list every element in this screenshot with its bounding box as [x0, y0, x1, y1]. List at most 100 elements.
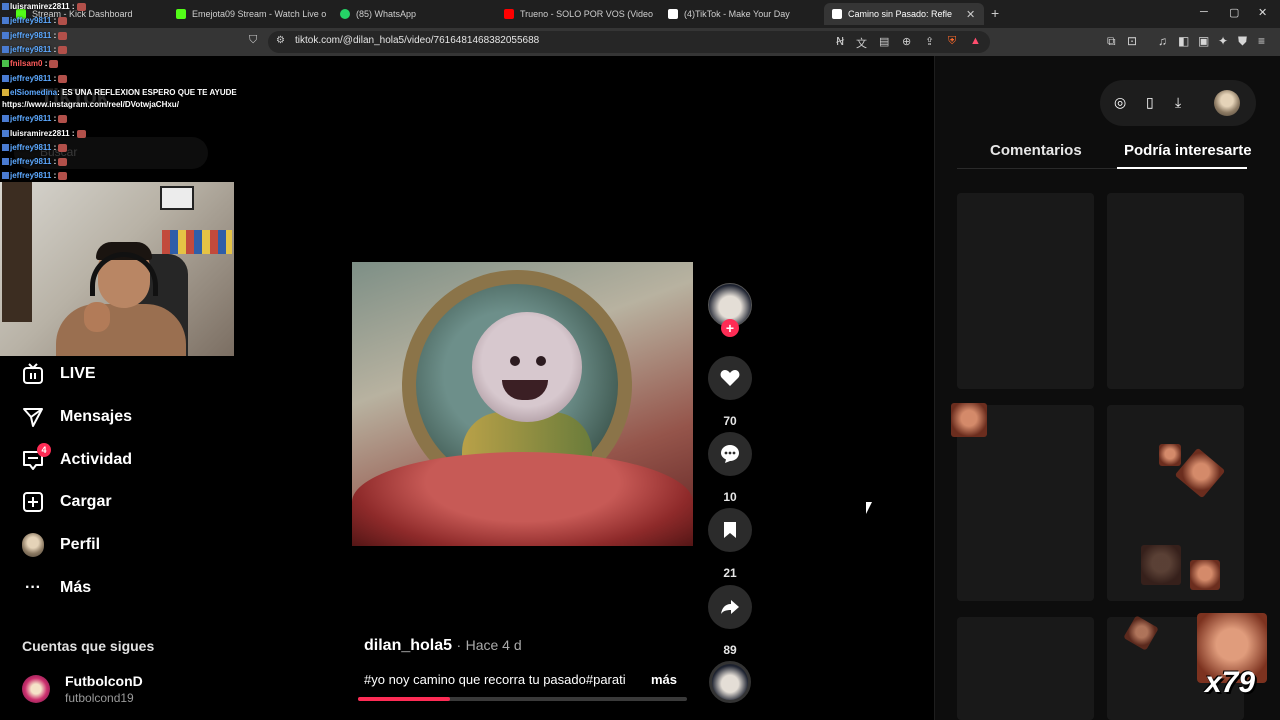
chat-link[interactable]: https://www.instagram.com/reel/DVotwjaCH…: [2, 100, 179, 109]
music-icon[interactable]: ♫: [1158, 34, 1167, 48]
ellipsis-icon: ···: [25, 579, 41, 596]
browser-tab-active[interactable]: Camino sin Pasado: Reflexión ✕: [824, 3, 984, 25]
suggested-video-thumb[interactable]: [1107, 193, 1244, 389]
site-info-icon[interactable]: ⚙: [276, 35, 285, 46]
phone-icon[interactable]: ▯: [1146, 94, 1154, 111]
close-window-button[interactable]: ✕: [1258, 6, 1267, 19]
live-tv-icon: [22, 363, 44, 385]
suggested-video-thumb[interactable]: [957, 617, 1094, 720]
tab-suggested[interactable]: Podría interesarte: [1124, 142, 1252, 159]
chat-message: jeffrey9811 :: [2, 114, 68, 123]
tiktok-favicon-icon: [832, 9, 842, 19]
heart-icon[interactable]: [708, 356, 752, 400]
music-disc-avatar[interactable]: [709, 661, 751, 703]
zoom-icon[interactable]: ⊕: [902, 35, 911, 48]
nav-activity[interactable]: 4 Actividad: [22, 443, 132, 474]
following-account-avatar[interactable]: [22, 675, 50, 703]
emote-icon: [49, 59, 59, 68]
maximize-button[interactable]: ▢: [1229, 6, 1239, 19]
menu-icon[interactable]: ≡: [1258, 34, 1265, 48]
activity-badge: 4: [37, 443, 51, 457]
caption-more-link[interactable]: más: [651, 672, 677, 687]
share-arrow-icon[interactable]: [708, 585, 752, 629]
new-tab-button[interactable]: +: [991, 5, 999, 21]
sidebar-icon[interactable]: ◧: [1178, 34, 1189, 48]
url-text[interactable]: tiktok.com/@dilan_hola5/video/7616481468…: [295, 35, 539, 46]
youtube-favicon-icon: [504, 9, 514, 19]
nav-messages[interactable]: Mensajes: [22, 403, 132, 431]
nav-live-label: LIVE: [60, 365, 96, 382]
account-avatar[interactable]: [1214, 90, 1240, 116]
vpn-icon[interactable]: ⛊: [1238, 34, 1247, 49]
bookmark-icon[interactable]: [708, 508, 752, 552]
share-action[interactable]: 89: [708, 585, 752, 657]
following-account-name[interactable]: FutbolconD: [65, 673, 143, 689]
badge-icon: [2, 158, 9, 166]
nav-messages-label: Mensajes: [60, 408, 133, 425]
reader-icon[interactable]: ▤: [879, 35, 889, 48]
save-count: 21: [723, 566, 737, 580]
badge-icon: [2, 115, 9, 123]
chat-message: luisramirez2811 :: [2, 129, 86, 138]
follow-plus-button[interactable]: +: [721, 319, 739, 337]
video-player[interactable]: [352, 262, 693, 546]
browser-tab-whatsapp[interactable]: (85) WhatsApp: [332, 3, 492, 25]
nav-profile-label: Perfil: [60, 536, 101, 553]
nav-more[interactable]: ··· Más: [22, 574, 91, 602]
leo-ai-icon[interactable]: ✦: [1218, 34, 1228, 48]
video-author[interactable]: dilan_hola5: [364, 637, 452, 654]
screenshot-icon[interactable]: ⊡: [1127, 34, 1137, 48]
video-caption[interactable]: #yo noy camino que recorra tu pasado#par…: [364, 672, 626, 687]
tiktok-favicon-icon: [668, 9, 678, 19]
floating-emote-icon: [1190, 560, 1220, 590]
tab-title: Emejota09 Stream - Watch Live o: [192, 9, 327, 19]
chat-message: luisramirez2811 :: [2, 2, 86, 11]
chat-user: jeffrey9811: [10, 171, 52, 180]
video-progress-bar[interactable]: [358, 697, 687, 701]
chat-message: jeffrey9811 :: [2, 16, 68, 25]
nav-upload[interactable]: Cargar: [22, 488, 112, 516]
tab-comments[interactable]: Comentarios: [990, 142, 1082, 159]
browser-tab-emejota-stream[interactable]: Emejota09 Stream - Watch Live o: [168, 3, 328, 25]
floating-emote-icon: [951, 403, 987, 437]
video-frame-figure-head: [472, 312, 582, 422]
chat-user: jeffrey9811: [10, 143, 52, 152]
close-tab-icon[interactable]: ✕: [966, 8, 975, 21]
emote-icon: [58, 74, 68, 83]
emote-icon: [58, 114, 68, 123]
share-icon[interactable]: ⇪: [925, 35, 934, 48]
wallet-icon[interactable]: ▣: [1198, 34, 1209, 48]
webcam-wall-frame: [160, 186, 194, 210]
extensions-icon[interactable]: ⧉: [1107, 34, 1116, 49]
nav-upload-label: Cargar: [60, 493, 112, 510]
nav-profile[interactable]: Perfil: [22, 531, 100, 559]
brave-shield-icon[interactable]: ⛨: [948, 35, 956, 48]
translate-icon[interactable]: 文: [856, 35, 867, 51]
browser-tab-youtube[interactable]: Trueno - SOLO POR VOS (Video Ofici: [496, 3, 656, 25]
nav-activity-label: Actividad: [60, 451, 133, 468]
chat-text: :: [53, 143, 57, 152]
chat-message: https://www.instagram.com/reel/DVotwjaCH…: [2, 100, 179, 109]
minimize-button[interactable]: ─: [1200, 6, 1208, 18]
chat-text: :: [53, 45, 57, 54]
chat-message: jeffrey9811 :: [2, 157, 68, 166]
badge-icon: [2, 75, 9, 83]
author-separator: ·: [456, 637, 462, 653]
save-action[interactable]: 21: [708, 508, 752, 580]
download-icon[interactable]: ⤓: [1175, 94, 1181, 111]
comment-icon[interactable]: [708, 432, 752, 476]
translate-off-icon[interactable]: Ꞥ: [836, 35, 844, 48]
comment-action[interactable]: 10: [708, 432, 752, 504]
brave-rewards-icon[interactable]: ▲: [970, 35, 981, 47]
suggested-video-thumb[interactable]: [957, 193, 1094, 389]
like-action[interactable]: 70: [708, 356, 752, 428]
nav-live[interactable]: LIVE: [22, 360, 96, 388]
chat-text: : ES UNA REFLEXION ESPERO QUE TE AYUDE: [57, 88, 237, 97]
tiktok-coin-icon[interactable]: ◎: [1114, 94, 1126, 111]
following-section-title: Cuentas que sigues: [22, 638, 155, 654]
emote-icon: [58, 157, 68, 166]
profile-avatar-image: [22, 533, 44, 557]
bookmark-icon[interactable]: ⛉: [249, 34, 257, 47]
browser-tab-tiktok[interactable]: (4)TikTok - Make Your Day: [660, 3, 820, 25]
chat-text: :: [53, 74, 57, 83]
